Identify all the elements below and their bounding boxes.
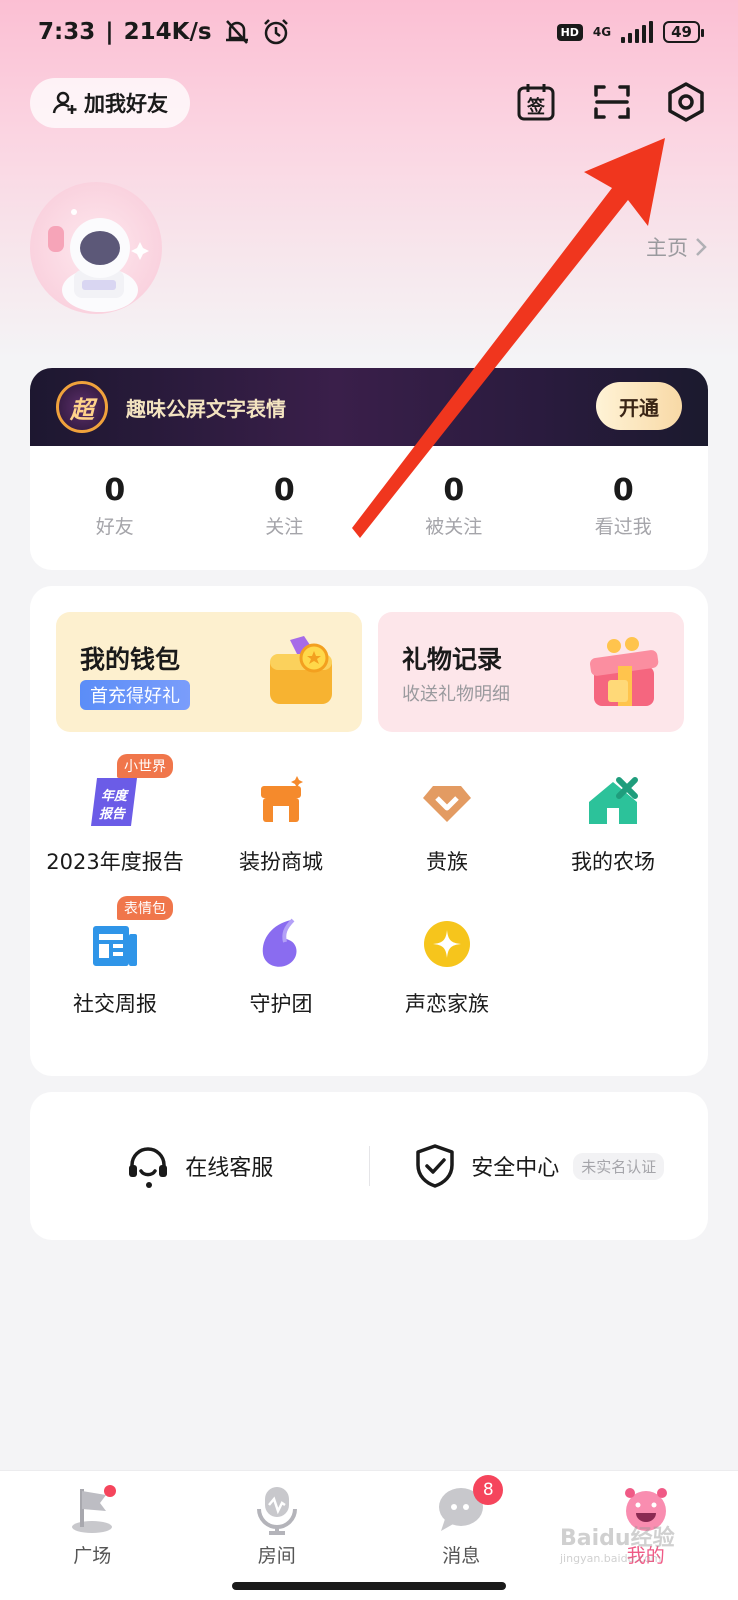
nav-label: 房间	[257, 1545, 296, 1567]
scan-button[interactable]	[590, 80, 634, 124]
stat-value: 0	[443, 473, 465, 508]
farm-house-icon	[583, 772, 643, 832]
battery-indicator: 49	[663, 21, 704, 43]
watermark: Baidu经验 jingyan.baidu.com	[560, 1520, 675, 1565]
gift-box-icon	[589, 637, 659, 706]
online-support-button[interactable]: 在线客服	[30, 1143, 369, 1189]
stat-value: 0	[612, 473, 634, 508]
signal-icon	[621, 21, 654, 43]
stats-card: 超 趣味公屏文字表情 开通 0 好友 0 关注 0 被关注 0 看过我	[30, 368, 708, 570]
stat-friends[interactable]: 0 好友	[30, 473, 200, 539]
checkin-button[interactable]: 签	[514, 80, 558, 124]
online-support-label: 在线客服	[185, 1156, 274, 1181]
grid-tag: 小世界	[117, 754, 173, 778]
nobility-diamond-icon	[417, 772, 477, 832]
avatar[interactable]	[30, 182, 162, 314]
status-time: 7:33	[38, 19, 96, 45]
grid-item-dressup-mall[interactable]: 装扮商城	[196, 772, 366, 876]
features-card: 我的钱包 首充得好礼 礼物记录 收送礼物明细 年度报告 小世界 2023年度报告	[30, 586, 708, 1076]
grid-label: 守护团	[249, 992, 313, 1016]
svg-text:报告: 报告	[99, 806, 127, 822]
service-card: 在线客服 安全中心 未实名认证	[30, 1092, 708, 1240]
stat-followers[interactable]: 0 被关注	[369, 473, 539, 539]
chat-bubble-icon: 8	[435, 1475, 504, 1535]
mute-icon	[225, 20, 248, 44]
gift-record-subtitle: 收送礼物明细	[402, 684, 510, 705]
home-indicator[interactable]	[232, 1582, 506, 1590]
flag-icon	[66, 1483, 118, 1535]
stat-value: 0	[104, 473, 126, 508]
grid-item-social-weekly[interactable]: 表情包 社交周报	[30, 896, 200, 1018]
gift-record-title: 礼物记录	[402, 645, 503, 674]
scan-icon	[594, 85, 630, 119]
microphone-icon	[251, 1483, 303, 1535]
watermark-text: Baidu经验	[560, 1526, 675, 1551]
message-count-badge: 8	[473, 1475, 504, 1505]
grid-label: 声恋家族	[405, 992, 489, 1016]
stat-label: 被关注	[425, 516, 483, 538]
stat-value: 0	[273, 473, 295, 508]
add-friend-button[interactable]: 加我好友	[30, 78, 190, 128]
nav-label: 消息	[442, 1545, 481, 1567]
shield-check-icon	[416, 1144, 454, 1188]
chevron-right-icon	[696, 238, 707, 256]
watermark-sub: jingyan.baidu.com	[560, 1552, 662, 1565]
grid-label: 我的农场	[571, 850, 655, 874]
security-center-button[interactable]: 安全中心 未实名认证	[370, 1143, 709, 1189]
astronaut-avatar-icon	[48, 209, 149, 312]
svg-text:签: 签	[526, 96, 546, 118]
vip-banner-text: 趣味公屏文字表情	[126, 396, 286, 421]
grid-item-voice-family[interactable]: 声恋家族	[362, 914, 532, 1018]
stat-label: 关注	[265, 516, 304, 538]
settings-hexagon-icon	[668, 82, 704, 122]
shop-icon	[251, 772, 311, 832]
stats-row: 0 好友 0 关注 0 被关注 0 看过我	[30, 444, 708, 568]
network-label: 4G	[592, 25, 612, 39]
stat-following[interactable]: 0 关注	[200, 473, 370, 539]
vip-banner[interactable]: 超 趣味公屏文字表情 开通	[30, 368, 708, 446]
grid-item-guard-team[interactable]: 守护团	[196, 914, 366, 1018]
wallet-tile[interactable]: 我的钱包 首充得好礼	[56, 612, 362, 732]
nav-messages[interactable]: 8 消息	[369, 1471, 554, 1600]
nav-label: 广场	[73, 1545, 112, 1567]
headset-icon	[129, 1147, 168, 1188]
guard-team-icon	[251, 914, 311, 974]
vip-badge-icon: 超	[56, 381, 108, 433]
unverified-badge: 未实名认证	[573, 1152, 665, 1180]
grid-label: 装扮商城	[239, 850, 323, 874]
stat-label: 看过我	[594, 516, 652, 538]
hd-badge: HD	[556, 23, 583, 41]
stat-label: 好友	[95, 516, 134, 538]
svg-text:年度: 年度	[101, 788, 130, 804]
grid-label: 2023年度报告	[46, 850, 184, 874]
grid-tag: 表情包	[117, 896, 173, 920]
grid-label: 贵族	[426, 850, 468, 874]
wallet-icon	[270, 636, 332, 704]
grid-item-annual-report[interactable]: 年度报告 小世界 2023年度报告	[30, 754, 200, 876]
status-speed: 214K/s	[123, 19, 212, 45]
settings-button[interactable]	[664, 80, 708, 124]
vip-open-button[interactable]: 开通	[596, 382, 682, 430]
nav-plaza[interactable]: 广场	[0, 1471, 185, 1600]
home-link-label: 主页	[646, 236, 688, 260]
grid-item-my-farm[interactable]: 我的农场	[528, 772, 698, 876]
security-center-label: 安全中心	[471, 1156, 560, 1181]
nav-room[interactable]: 房间	[185, 1471, 370, 1600]
add-user-icon	[52, 91, 77, 114]
star-coin-icon	[417, 914, 477, 974]
annual-report-icon: 年度报告 小世界	[85, 754, 173, 832]
wallet-promo-badge: 首充得好礼	[80, 680, 190, 710]
calendar-checkin-icon: 签	[517, 84, 555, 121]
newspaper-icon: 表情包	[85, 896, 173, 974]
add-friend-label: 加我好友	[84, 92, 168, 116]
grid-label: 社交周报	[73, 992, 157, 1016]
home-page-link[interactable]: 主页	[646, 232, 708, 262]
status-bar: 7:33 | 214K/s HD 4G 49	[0, 0, 738, 64]
wallet-title: 我的钱包	[80, 645, 181, 674]
stat-visitors[interactable]: 0 看过我	[539, 473, 709, 539]
gift-record-tile[interactable]: 礼物记录 收送礼物明细	[378, 612, 684, 732]
grid-item-nobility[interactable]: 贵族	[362, 772, 532, 876]
alarm-icon	[263, 19, 288, 45]
